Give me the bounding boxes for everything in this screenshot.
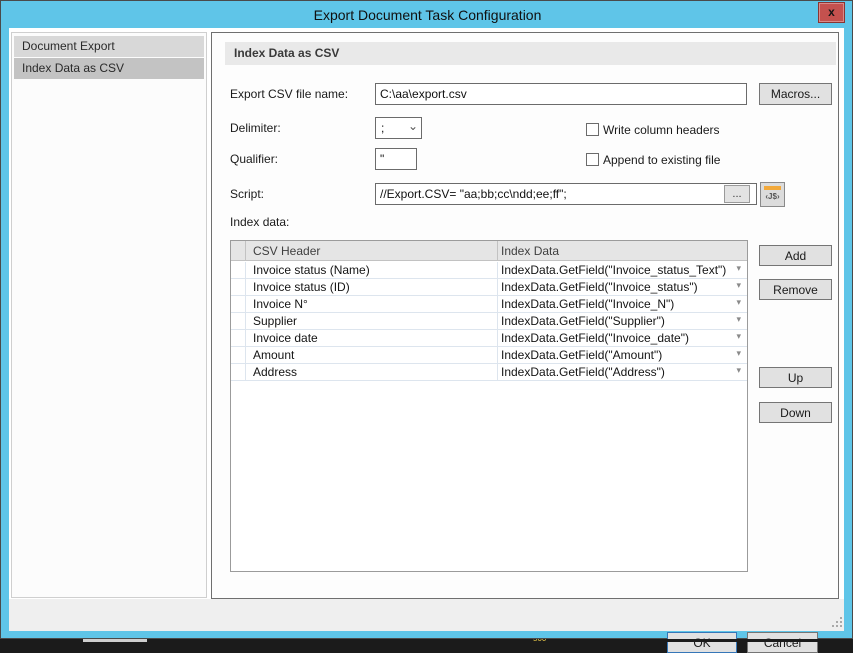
table-row[interactable]: Invoice N° IndexData.GetField("Invoice_N"… [231,296,747,313]
column-header-index-data[interactable]: Index Data [501,241,559,261]
csv-header-cell[interactable]: Supplier [253,313,297,329]
close-button[interactable]: x [818,2,845,23]
delimiter-select[interactable]: ; ⌄ [375,117,422,139]
column-separator[interactable] [497,241,498,261]
cell-dropdown-icon[interactable]: ▾ [736,280,741,291]
write-column-headers-checkbox[interactable] [586,123,599,136]
export-task-dialog: Export Document Task Configuration x Doc… [0,0,853,639]
dialog-footer: OK Cancel [9,599,844,631]
index-data-cell[interactable]: IndexData.GetField("Invoice_status_Text"… [501,262,726,278]
cell-separator [497,262,498,278]
row-selector[interactable] [231,296,246,312]
script-browse-button[interactable]: ... [724,185,750,203]
table-row[interactable]: Invoice status (ID) IndexData.GetField("I… [231,279,747,296]
sidebar-item-document-export[interactable]: Document Export [14,36,204,57]
cell-dropdown-icon[interactable]: ▾ [736,331,741,342]
export-csv-file-label: Export CSV file name: [230,83,348,105]
index-data-cell[interactable]: IndexData.GetField("Supplier") [501,313,665,329]
table-row[interactable]: Supplier IndexData.GetField("Supplier") ▾ [231,313,747,330]
ok-button[interactable]: OK [667,632,737,653]
table-row[interactable]: Address IndexData.GetField("Address") ▾ [231,364,747,381]
remove-button[interactable]: Remove [759,279,832,300]
cell-separator [497,279,498,295]
index-data-label: Index data: [230,211,289,233]
csv-header-cell[interactable]: Amount [253,347,294,363]
close-icon: x [828,5,835,19]
row-selector[interactable] [231,313,246,329]
table-row[interactable]: Amount IndexData.GetField("Amount") ▾ [231,347,747,364]
cell-dropdown-icon[interactable]: ▾ [736,365,741,376]
sidebar-item-index-data-as-csv[interactable]: Index Data as CSV [14,58,204,79]
index-data-grid: CSV Header Index Data Invoice status (Na… [230,240,748,572]
write-column-headers-label[interactable]: Write column headers [603,123,720,137]
csv-header-cell[interactable]: Invoice N° [253,296,308,312]
chevron-down-icon: ⌄ [408,116,418,136]
cell-dropdown-icon[interactable]: ▾ [736,348,741,359]
cell-separator [497,347,498,363]
append-to-existing-file-label[interactable]: Append to existing file [603,153,720,167]
qualifier-label: Qualifier: [230,148,278,170]
cell-separator [497,364,498,380]
index-data-cell[interactable]: IndexData.GetField("Amount") [501,347,662,363]
table-row[interactable]: Invoice date IndexData.GetField("Invoice_… [231,330,747,347]
index-data-cell[interactable]: IndexData.GetField("Address") [501,364,665,380]
cell-separator [497,330,498,346]
row-selector-header [231,241,246,261]
csv-header-cell[interactable]: Invoice date [253,330,318,346]
dialog-client-area: Document ExportIndex Data as CSV Index D… [9,28,844,631]
delimiter-label: Delimiter: [230,117,281,139]
title-bar[interactable]: Export Document Task Configuration [2,2,853,28]
cell-dropdown-icon[interactable]: ▾ [736,314,741,325]
script-editor-button[interactable]: ‹J$› [760,182,785,207]
cancel-button[interactable]: Cancel [747,632,818,653]
down-button[interactable]: Down [759,402,832,423]
macros-button[interactable]: Macros... [759,83,832,105]
delimiter-value: ; [381,121,384,135]
task-step-list: Document ExportIndex Data as CSV [11,32,207,598]
csv-header-cell[interactable]: Invoice status (Name) [253,262,370,278]
append-to-existing-file-checkbox[interactable] [586,153,599,166]
row-selector[interactable] [231,262,246,278]
index-data-cell[interactable]: IndexData.GetField("Invoice_N") [501,296,674,312]
js-icon [764,186,781,190]
script-input[interactable] [375,183,757,205]
resize-grip[interactable] [832,617,842,627]
row-selector[interactable] [231,279,246,295]
export-csv-file-input[interactable] [375,83,747,105]
qualifier-input[interactable] [375,148,417,170]
index-data-cell[interactable]: IndexData.GetField("Invoice_date") [501,330,689,346]
csv-header-cell[interactable]: Address [253,364,297,380]
row-selector[interactable] [231,330,246,346]
up-button[interactable]: Up [759,367,832,388]
add-button[interactable]: Add [759,245,832,266]
cell-dropdown-icon[interactable]: ▾ [736,263,741,274]
panel-header: Index Data as CSV [225,42,836,65]
index-data-cell[interactable]: IndexData.GetField("Invoice_status") [501,279,698,295]
row-selector[interactable] [231,347,246,363]
script-label: Script: [230,183,264,205]
grid-header-row: CSV Header Index Data [231,241,747,261]
cell-separator [497,313,498,329]
column-header-csv-header[interactable]: CSV Header [253,241,320,261]
dialog-title: Export Document Task Configuration [314,7,542,23]
cell-separator [497,296,498,312]
index-data-panel: Index Data as CSV Export CSV file name: … [211,32,839,599]
csv-header-cell[interactable]: Invoice status (ID) [253,279,350,295]
grid-rows: Invoice status (Name) IndexData.GetField(… [231,262,747,381]
table-row[interactable]: Invoice status (Name) IndexData.GetField(… [231,262,747,279]
row-selector[interactable] [231,364,246,380]
cell-dropdown-icon[interactable]: ▾ [736,297,741,308]
